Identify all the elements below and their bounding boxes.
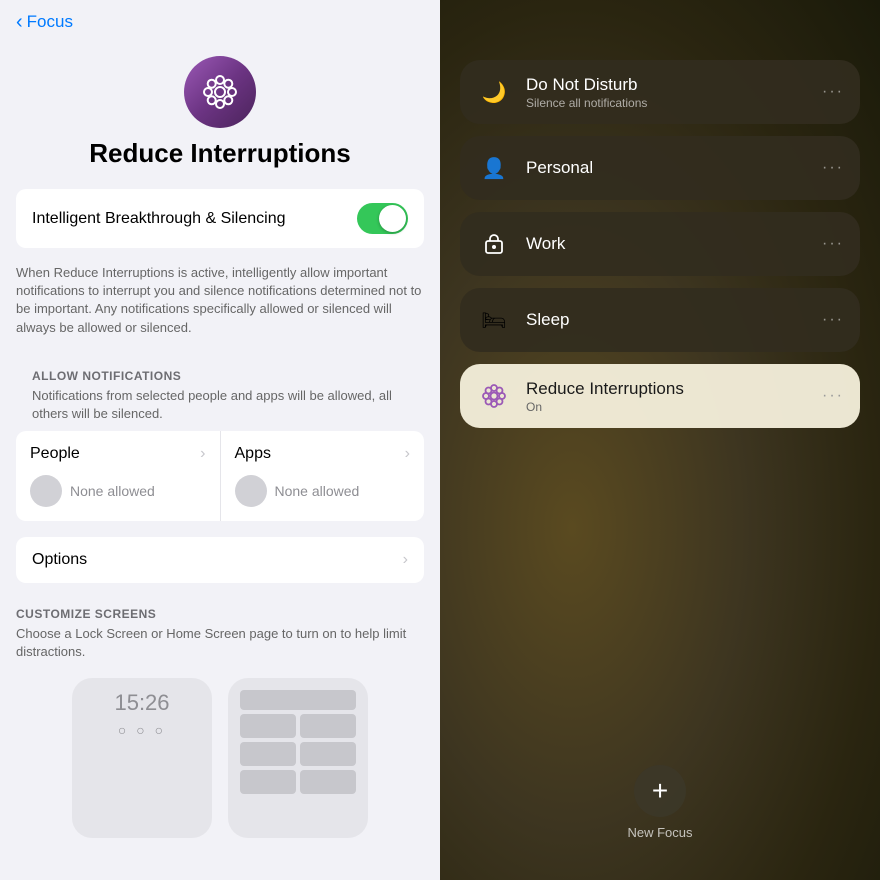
screen-dots: ○ ○ ○ bbox=[84, 722, 200, 738]
grid-block-3 bbox=[240, 742, 296, 766]
focus-name-sleep: Sleep bbox=[526, 310, 808, 330]
focus-item-reduce-interruptions[interactable]: Reduce Interruptions On ··· bbox=[460, 364, 860, 428]
focus-info-do-not-disturb: Do Not Disturb Silence all notifications bbox=[526, 75, 808, 110]
people-chevron-icon: › bbox=[200, 445, 205, 463]
apps-label: Apps bbox=[235, 445, 271, 463]
apps-none-text: None allowed bbox=[275, 483, 360, 499]
apps-icon-placeholder bbox=[235, 475, 267, 507]
toggle-label: Intelligent Breakthrough & Silencing bbox=[32, 210, 357, 228]
page-title: Reduce Interruptions bbox=[0, 138, 440, 169]
person-icon: 👤 bbox=[476, 150, 512, 186]
apps-col[interactable]: Apps › None allowed bbox=[221, 431, 425, 521]
focus-item-sleep[interactable]: 🛏 Sleep ··· bbox=[460, 288, 860, 352]
people-apps-grid: People › None allowed Apps › None allowe… bbox=[16, 431, 424, 521]
new-focus-button[interactable]: + bbox=[634, 765, 686, 817]
screen-grid bbox=[240, 714, 356, 794]
people-none-text: None allowed bbox=[70, 483, 155, 499]
focus-info-work: Work bbox=[526, 234, 808, 254]
top-bar: ‹ Focus bbox=[0, 0, 440, 40]
flower-icon bbox=[200, 72, 240, 112]
focus-name-personal: Personal bbox=[526, 158, 808, 178]
sleep-icon: 🛏 bbox=[476, 302, 512, 338]
customize-header: CUSTOMIZE SCREENS bbox=[16, 607, 424, 621]
allow-section: ALLOW NOTIFICATIONS Notifications from s… bbox=[16, 353, 424, 521]
focus-list: 🌙 Do Not Disturb Silence all notificatio… bbox=[460, 60, 860, 428]
focus-item-work[interactable]: Work ··· bbox=[460, 212, 860, 276]
focus-info-reduce-interruptions: Reduce Interruptions On bbox=[526, 379, 808, 414]
toggle-knob bbox=[379, 205, 406, 232]
more-button-do-not-disturb[interactable]: ··· bbox=[822, 83, 844, 101]
lock-screen-preview[interactable]: 15:26 ○ ○ ○ bbox=[72, 678, 212, 838]
focus-subtitle-do-not-disturb: Silence all notifications bbox=[526, 96, 808, 110]
back-label: Focus bbox=[27, 12, 73, 32]
grid-block-4 bbox=[300, 742, 356, 766]
options-chevron-icon: › bbox=[403, 551, 408, 569]
back-button[interactable]: ‹ Focus bbox=[16, 12, 424, 32]
customize-section: CUSTOMIZE SCREENS Choose a Lock Screen o… bbox=[0, 607, 440, 837]
grid-block-1 bbox=[240, 714, 296, 738]
more-button-sleep[interactable]: ··· bbox=[822, 311, 844, 329]
new-focus-area: + New Focus bbox=[440, 765, 880, 840]
grid-block-6 bbox=[300, 770, 356, 794]
focus-name-work: Work bbox=[526, 234, 808, 254]
people-col[interactable]: People › None allowed bbox=[16, 431, 221, 521]
toggle-row[interactable]: Intelligent Breakthrough & Silencing bbox=[16, 189, 424, 248]
app-icon bbox=[184, 56, 256, 128]
focus-subtitle-reduce-interruptions: On bbox=[526, 400, 808, 414]
toggle-section: Intelligent Breakthrough & Silencing bbox=[16, 189, 424, 248]
apps-none-row: None allowed bbox=[221, 469, 425, 521]
grid-block-5 bbox=[240, 770, 296, 794]
people-label: People bbox=[30, 445, 80, 463]
focus-info-personal: Personal bbox=[526, 158, 808, 178]
new-focus-label: New Focus bbox=[627, 825, 692, 840]
description-text: When Reduce Interruptions is active, int… bbox=[0, 264, 440, 353]
right-panel: 🌙 Do Not Disturb Silence all notificatio… bbox=[440, 0, 880, 880]
app-icon-container bbox=[0, 56, 440, 128]
customize-desc: Choose a Lock Screen or Home Screen page… bbox=[16, 625, 424, 661]
more-button-work[interactable]: ··· bbox=[822, 235, 844, 253]
left-panel: ‹ Focus Reduce Interruptions Intelligent… bbox=[0, 0, 440, 880]
more-button-personal[interactable]: ··· bbox=[822, 159, 844, 177]
moon-icon: 🌙 bbox=[476, 74, 512, 110]
grid-block-top bbox=[240, 690, 356, 710]
focus-item-personal[interactable]: 👤 Personal ··· bbox=[460, 136, 860, 200]
people-header[interactable]: People › bbox=[16, 431, 220, 469]
work-icon bbox=[476, 226, 512, 262]
apps-header[interactable]: Apps › bbox=[221, 431, 425, 469]
focus-item-do-not-disturb[interactable]: 🌙 Do Not Disturb Silence all notificatio… bbox=[460, 60, 860, 124]
screen-preview: 15:26 ○ ○ ○ bbox=[16, 678, 424, 838]
options-label: Options bbox=[32, 551, 87, 569]
focus-name-reduce-interruptions: Reduce Interruptions bbox=[526, 379, 808, 399]
allow-notifications-desc: Notifications from selected people and a… bbox=[16, 387, 424, 431]
apps-chevron-icon: › bbox=[405, 445, 410, 463]
focus-name-do-not-disturb: Do Not Disturb bbox=[526, 75, 808, 95]
grid-block-2 bbox=[300, 714, 356, 738]
more-button-reduce-interruptions[interactable]: ··· bbox=[822, 387, 844, 405]
toggle-switch[interactable] bbox=[357, 203, 408, 234]
people-avatar-placeholder bbox=[30, 475, 62, 507]
allow-notifications-header: ALLOW NOTIFICATIONS bbox=[16, 353, 424, 387]
home-screen-preview[interactable] bbox=[228, 678, 368, 838]
people-none-row: None allowed bbox=[16, 469, 220, 521]
back-chevron-icon: ‹ bbox=[16, 12, 23, 32]
screen-time: 15:26 bbox=[84, 690, 200, 716]
focus-info-sleep: Sleep bbox=[526, 310, 808, 330]
options-row[interactable]: Options › bbox=[16, 537, 424, 583]
flower-active-icon bbox=[476, 378, 512, 414]
